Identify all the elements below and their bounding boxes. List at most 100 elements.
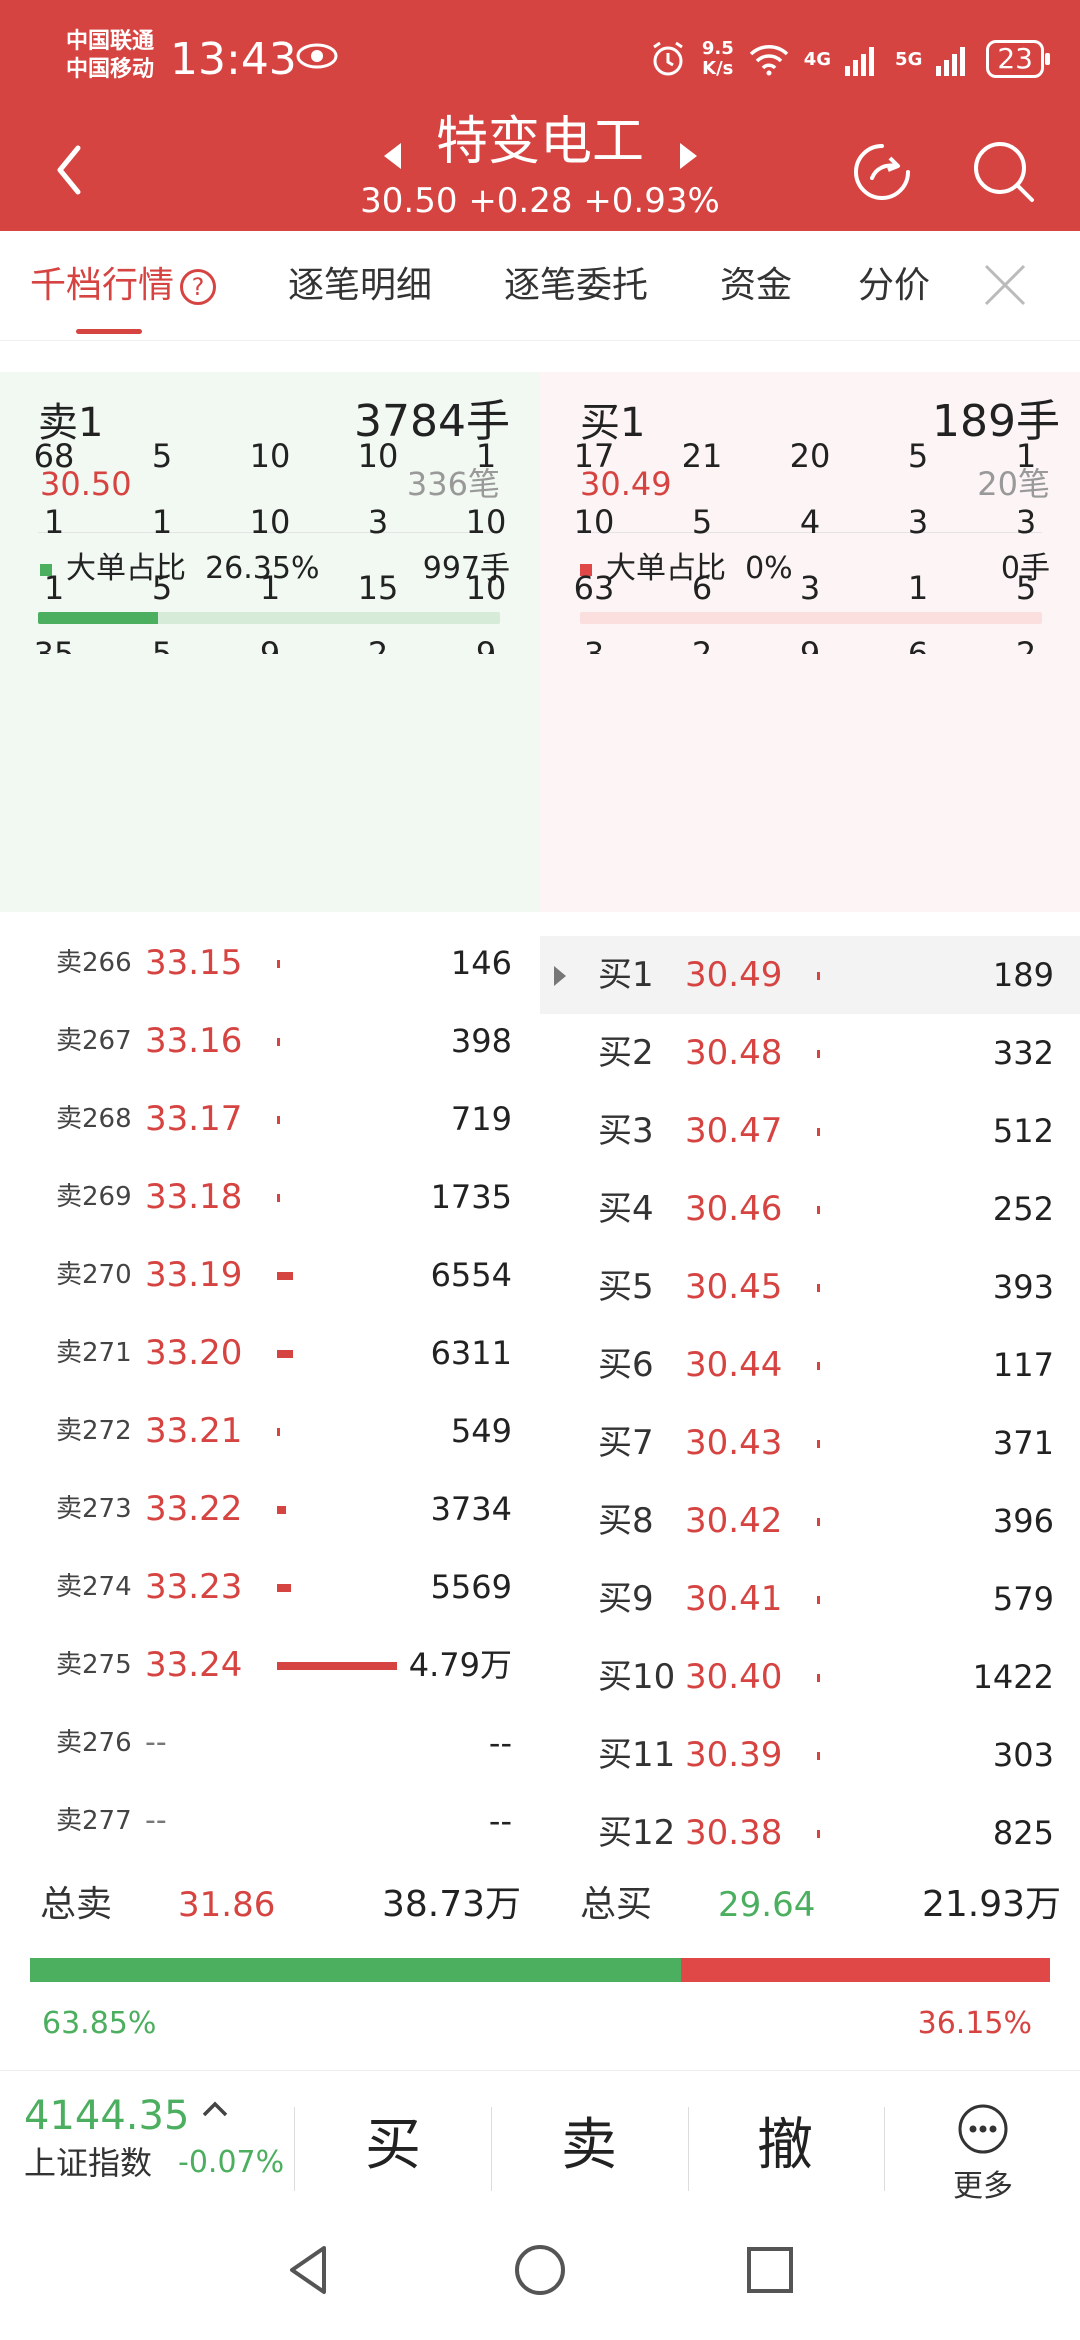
sell-level-row[interactable]: 卖273 33.22 3734 — [0, 1470, 540, 1548]
buy-button[interactable]: 买 — [298, 2101, 488, 2191]
queue-order-cell: 3 — [1015, 503, 1037, 541]
sell-level-price: 33.20 — [145, 1333, 243, 1373]
queue-order-cell: 3 — [907, 503, 929, 541]
sell-level-quantity: 398 — [450, 1022, 512, 1060]
buy-level-label: 买4 — [598, 1189, 654, 1229]
buy-level-volume-bar — [817, 1050, 820, 1058]
sell-level-row[interactable]: 卖266 33.15 146 — [0, 924, 540, 1002]
tab-price-volume[interactable]: 分价 — [858, 261, 930, 311]
sell1-panel: 卖1 3784手 30.50 336笔 大单占比 26.35% 997手 68 5… — [0, 372, 540, 912]
queue-order-cell: 6 — [907, 635, 929, 654]
nav-home-icon[interactable] — [510, 2240, 570, 2300]
buy-level-row[interactable]: 买8 30.42 396 — [540, 1482, 1080, 1560]
index-change: -0.07% — [178, 2145, 285, 2180]
sell-share-bar — [30, 1958, 682, 1982]
total-sell-label: 总卖 — [40, 1884, 113, 1925]
sell-level-quantity: 4.79万 — [408, 1646, 512, 1684]
status-icons: 9.5 K/s 4G 5G 23 — [648, 34, 1050, 84]
tab-order-detail[interactable]: 逐笔委托 — [504, 261, 648, 311]
sell-level-row[interactable]: 卖271 33.20 6311 — [0, 1314, 540, 1392]
separator — [491, 2107, 492, 2191]
network-5g: 5G — [895, 48, 923, 70]
cancel-order-button[interactable]: 撤 — [690, 2101, 880, 2191]
sell-level-label: 卖275 — [56, 1650, 132, 1680]
tab-depth-quote[interactable]: 千档行情? — [30, 261, 217, 311]
buy-level-price: 30.46 — [685, 1189, 783, 1229]
buy-level-quantity: 117 — [992, 1346, 1054, 1384]
next-stock-icon[interactable] — [680, 143, 697, 169]
index-name[interactable]: 上证指数 — [24, 2143, 152, 2183]
nav-recents-icon[interactable] — [740, 2240, 800, 2300]
queue-order-cell: 2 — [367, 635, 389, 654]
buy-level-row[interactable]: 买10 30.40 1422 — [540, 1638, 1080, 1716]
signal-icon-2 — [936, 47, 966, 76]
carrier-1: 中国联通 — [66, 29, 155, 54]
sell-level-row[interactable]: 卖268 33.17 719 — [0, 1080, 540, 1158]
queue-order-cell: 10 — [573, 503, 615, 541]
queue-order-cell: 5 — [151, 569, 173, 607]
sell-level-price: 33.24 — [145, 1645, 243, 1685]
buy-level-label: 买1 — [598, 955, 654, 995]
buy-level-quantity: 371 — [992, 1424, 1054, 1462]
sell-level-row[interactable]: 卖276 -- -- — [0, 1704, 540, 1782]
sell-level-row[interactable]: 卖275 33.24 4.79万 — [0, 1626, 540, 1704]
separator — [884, 2107, 885, 2191]
buy-level-row[interactable]: 买7 30.43 371 — [540, 1404, 1080, 1482]
tab-trade-detail[interactable]: 逐笔明细 — [288, 261, 432, 311]
sell-level-row[interactable]: 卖267 33.16 398 — [0, 1002, 540, 1080]
alarm-icon — [653, 41, 683, 76]
queue-order-cell: 5 — [151, 635, 173, 654]
buy-level-row[interactable]: 买12 30.38 825 — [540, 1794, 1080, 1872]
sell-level-row[interactable]: 卖272 33.21 549 — [0, 1392, 540, 1470]
sell-level-label: 卖266 — [56, 948, 132, 978]
sell-level-label: 卖268 — [56, 1104, 132, 1134]
buy-level-quantity: 1422 — [972, 1658, 1054, 1696]
sell-level-label: 卖267 — [56, 1026, 132, 1056]
chevron-up-icon[interactable] — [200, 2097, 230, 2121]
net-speed-value: 9.5 — [701, 38, 734, 59]
system-nav-bar — [0, 2200, 1080, 2340]
sell-level-quantity: 6311 — [430, 1334, 512, 1372]
buy-level-volume-bar — [817, 1440, 820, 1448]
nav-back-icon[interactable] — [280, 2240, 340, 2300]
queue-order-cell: 1 — [259, 569, 281, 607]
sell-level-quantity: 549 — [450, 1412, 512, 1450]
tab-funds[interactable]: 资金 — [720, 261, 792, 311]
buy-level-label: 买5 — [598, 1267, 654, 1307]
buy-level-row[interactable]: 买2 30.48 332 — [540, 1014, 1080, 1092]
sell-button[interactable]: 卖 — [494, 2101, 684, 2191]
more-icon[interactable] — [957, 2103, 1009, 2155]
index-value[interactable]: 4144.35 — [24, 2091, 189, 2141]
buy-level-row[interactable]: 买6 30.44 117 — [540, 1326, 1080, 1404]
sell-level-row[interactable]: 卖277 -- -- — [0, 1782, 540, 1860]
buy-level-row[interactable]: 买1 30.49 189 — [540, 936, 1080, 1014]
sell-level-row[interactable]: 卖269 33.18 1735 — [0, 1158, 540, 1236]
buy-level-quantity: 512 — [992, 1112, 1054, 1150]
buy-level-row[interactable]: 买11 30.39 303 — [540, 1716, 1080, 1794]
buy-level-row[interactable]: 买3 30.47 512 — [540, 1092, 1080, 1170]
buy-level-row[interactable]: 买9 30.41 579 — [540, 1560, 1080, 1638]
queue-order-cell: 15 — [357, 569, 399, 607]
queue-order-cell: 17 — [573, 437, 615, 475]
order-book[interactable]: 卖266 33.15 146 卖267 33.16 398 卖268 33.17 719 卖269… — [0, 924, 1080, 1864]
close-icon[interactable] — [982, 262, 1028, 308]
expand-caret-icon[interactable] — [554, 966, 566, 986]
refresh-icon[interactable] — [848, 138, 916, 206]
sell-level-volume-bar — [277, 1272, 293, 1280]
buy-level-price: 30.42 — [685, 1501, 783, 1541]
buy-level-volume-bar — [817, 1674, 820, 1682]
sell-level-row[interactable]: 卖274 33.23 5569 — [0, 1548, 540, 1626]
buy-level-row[interactable]: 买4 30.46 252 — [540, 1170, 1080, 1248]
queue-order-cell: 10 — [465, 569, 507, 607]
sell-level-row[interactable]: 卖270 33.19 6554 — [0, 1236, 540, 1314]
buy-level-quantity: 303 — [992, 1736, 1054, 1774]
buy-level-row[interactable]: 买5 30.45 393 — [540, 1248, 1080, 1326]
buy-level-label: 买7 — [598, 1423, 654, 1463]
buy-level-quantity: 252 — [992, 1190, 1054, 1228]
help-icon[interactable]: ? — [180, 269, 217, 305]
buy-queue-grid: 17 21 20 5 1 10 5 4 3 3 63 6 3 1 5 3 2 9 6 2 — [540, 372, 1080, 912]
search-icon[interactable] — [970, 138, 1038, 206]
buy-level-price: 30.47 — [685, 1111, 783, 1151]
app-header: 中国联通 中国移动 13:43 9.5 K/s 4G 5G 23 特变电工 30.… — [0, 0, 1080, 231]
sell-level-label: 卖276 — [56, 1728, 132, 1758]
